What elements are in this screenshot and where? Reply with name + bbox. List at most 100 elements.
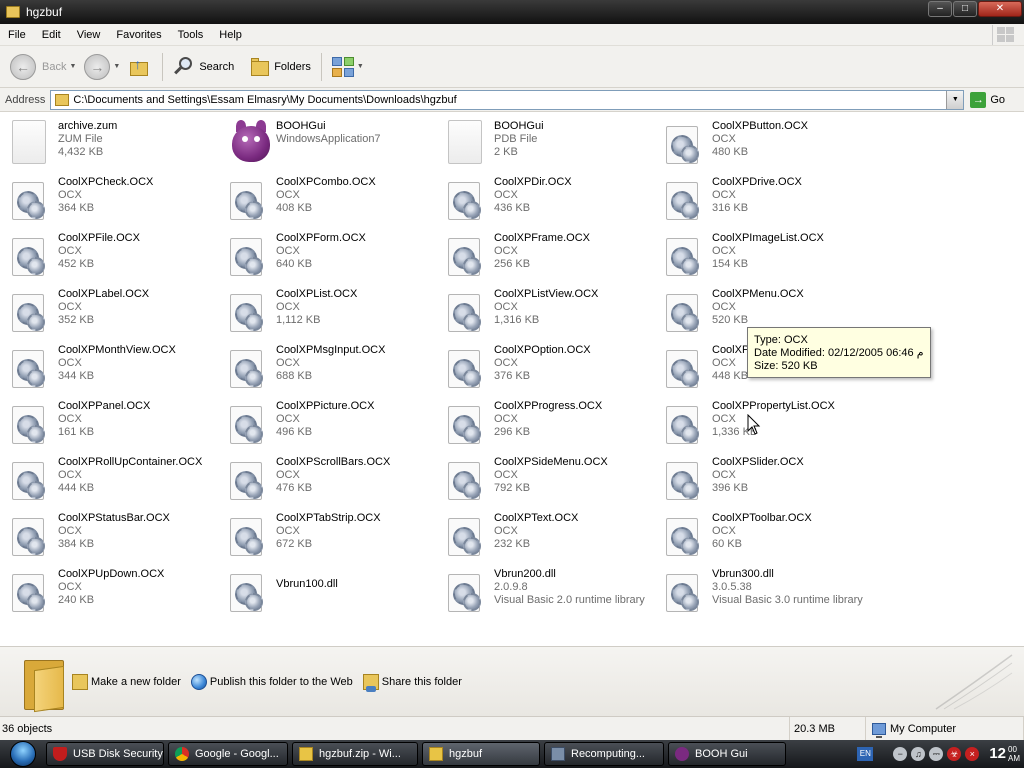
file-details: CoolXPDrive.OCX OCX 316 KB [712, 176, 802, 215]
file-item[interactable]: CoolXPLabel.OCX OCX 352 KB [10, 284, 228, 340]
file-item[interactable]: CoolXPImageList.OCX OCX 154 KB [664, 228, 882, 284]
file-item[interactable]: CoolXPOption.OCX OCX 376 KB [446, 340, 664, 396]
file-item[interactable]: CoolXPSlider.OCX OCX 396 KB [664, 452, 882, 508]
views-button[interactable]: ▼ [328, 50, 368, 84]
clock[interactable]: 12 00 AM [989, 745, 1020, 763]
security-icon[interactable]: × [965, 747, 980, 761]
file-view[interactable]: archive.zum ZUM File 4,432 KB BOOHGui Window… [0, 112, 1024, 646]
publish-folder-link[interactable]: Publish this folder to the Web [190, 673, 353, 690]
file-item[interactable]: CoolXPMsgInput.OCX OCX 688 KB [228, 340, 446, 396]
taskbar-button-hgzbuf-zip[interactable]: hgzbuf.zip - Wi... [292, 742, 418, 766]
file-item[interactable]: CoolXPText.OCX OCX 232 KB [446, 508, 664, 564]
file-item[interactable]: CoolXPMonthView.OCX OCX 344 KB [10, 340, 228, 396]
go-button[interactable]: → Go [970, 91, 1006, 108]
minimize-button[interactable]: – [928, 1, 952, 17]
forward-button[interactable]: → ▼ [80, 50, 124, 84]
file-item[interactable]: archive.zum ZUM File 4,432 KB [10, 116, 228, 172]
file-item[interactable]: CoolXPPicture.OCX OCX 496 KB [228, 396, 446, 452]
file-name: CoolXPScrollBars.OCX [276, 456, 391, 468]
file-size: 444 KB [58, 482, 95, 494]
chevron-down-icon[interactable]: ▼ [69, 63, 76, 70]
file-details: CoolXPPropertyList.OCX OCX 1,336 KB [712, 400, 835, 439]
taskbar-button-usb-disk-security[interactable]: USB Disk Security [46, 742, 164, 766]
share-folder-link[interactable]: Share this folder [362, 673, 462, 692]
file-item[interactable]: CoolXPCombo.OCX OCX 408 KB [228, 172, 446, 228]
volume-icon[interactable]: ♫ [911, 747, 926, 761]
address-path[interactable]: C:\Documents and Settings\Essam Elmasry\… [73, 94, 456, 106]
folders-button[interactable]: Folders [246, 50, 315, 84]
file-item[interactable]: BOOHGui WindowsApplication7 [228, 116, 446, 172]
search-button[interactable]: Search [169, 50, 238, 84]
file-item[interactable]: CoolXPStatusBar.OCX OCX 384 KB [10, 508, 228, 564]
taskbar-button-booh-gui[interactable]: BOOH Gui [668, 742, 786, 766]
file-item[interactable]: CoolXPTabStrip.OCX OCX 672 KB [228, 508, 446, 564]
address-field[interactable]: C:\Documents and Settings\Essam Elmasry\… [50, 89, 965, 110]
back-button[interactable]: ← Back ▼ [6, 50, 80, 84]
title-bar[interactable]: hgzbuf – □ ✕ [0, 0, 1024, 24]
file-item[interactable]: Vbrun200.dll 2.0.9.8 Visual Basic 2.0 runt… [446, 564, 664, 620]
file-name: CoolXPImageList.OCX [712, 232, 824, 244]
file-item[interactable]: CoolXPToolbar.OCX OCX 60 KB [664, 508, 882, 564]
file-size: Visual Basic 3.0 runtime library [712, 594, 863, 606]
file-item[interactable]: CoolXPDrive.OCX OCX 316 KB [664, 172, 882, 228]
close-button[interactable]: ✕ [978, 1, 1022, 17]
file-item[interactable]: BOOHGui PDB File 2 KB [446, 116, 664, 172]
ocx-file-icon [10, 512, 46, 558]
file-item[interactable]: CoolXPList.OCX OCX 1,112 KB [228, 284, 446, 340]
file-item[interactable]: CoolXPListView.OCX OCX 1,316 KB [446, 284, 664, 340]
file-item[interactable]: CoolXPCheck.OCX OCX 364 KB [10, 172, 228, 228]
network-icon[interactable]: − [893, 747, 908, 761]
ocx-file-icon [446, 288, 482, 334]
chevron-down-icon[interactable]: ▼ [113, 63, 120, 70]
file-type: OCX [494, 469, 518, 481]
menu-tools[interactable]: Tools [170, 29, 212, 41]
language-indicator[interactable]: EN [857, 747, 874, 761]
file-item[interactable]: CoolXPPanel.OCX OCX 161 KB [10, 396, 228, 452]
folder-icon [250, 57, 270, 77]
antivirus-shield-icon[interactable]: ☣ [947, 747, 962, 761]
file-size: 408 KB [276, 202, 313, 214]
file-item[interactable]: CoolXPButton.OCX OCX 480 KB [664, 116, 882, 172]
file-item[interactable]: Vbrun300.dll 3.0.5.38 Visual Basic 3.0 run… [664, 564, 882, 620]
maximize-button[interactable]: □ [953, 1, 977, 17]
taskbar-button-google[interactable]: Google - Googl... [168, 742, 288, 766]
menu-edit[interactable]: Edit [34, 29, 69, 41]
file-item[interactable]: CoolXPPropertyList.OCX OCX 1,336 KB [664, 396, 882, 452]
chevron-down-icon[interactable]: ▼ [946, 90, 964, 109]
usb-icon[interactable]: ⎓ [929, 747, 944, 761]
file-details: CoolXPLabel.OCX OCX 352 KB [58, 288, 149, 327]
make-new-folder-link[interactable]: Make a new folder [72, 673, 181, 690]
file-item[interactable]: CoolXPFile.OCX OCX 452 KB [10, 228, 228, 284]
taskbar: USB Disk Security Google - Googl... hgzb… [0, 740, 1024, 768]
file-type: OCX [712, 525, 736, 537]
file-item[interactable]: CoolXPUpDown.OCX OCX 240 KB [10, 564, 228, 620]
file-item[interactable]: CoolXPScrollBars.OCX OCX 476 KB [228, 452, 446, 508]
taskbar-button-hgzbuf[interactable]: hgzbuf [422, 742, 540, 766]
up-folder-button[interactable]: ↑ [124, 50, 156, 84]
file-item[interactable]: CoolXPDir.OCX OCX 436 KB [446, 172, 664, 228]
search-icon [173, 56, 195, 78]
go-label: Go [990, 93, 1006, 106]
file-item[interactable]: CoolXPForm.OCX OCX 640 KB [228, 228, 446, 284]
window-title: hgzbuf [26, 5, 63, 19]
menu-file[interactable]: File [0, 29, 34, 41]
menu-help[interactable]: Help [211, 29, 250, 41]
address-label: Address [5, 93, 46, 106]
taskbar-button-recomputing[interactable]: Recomputing... [544, 742, 664, 766]
menu-view[interactable]: View [69, 29, 109, 41]
ocx-file-icon [664, 512, 700, 558]
file-name: CoolXPToolbar.OCX [712, 512, 812, 524]
file-name: CoolXPList.OCX [276, 288, 358, 300]
search-label: Search [199, 60, 235, 73]
file-item[interactable]: CoolXPFrame.OCX OCX 256 KB [446, 228, 664, 284]
file-item[interactable]: CoolXPSideMenu.OCX OCX 792 KB [446, 452, 664, 508]
chevron-down-icon[interactable]: ▼ [357, 63, 364, 70]
system-tray: EN − ♫ ⎓ ☣ × 12 00 AM [857, 740, 1024, 768]
file-item[interactable]: CoolXPProgress.OCX OCX 296 KB [446, 396, 664, 452]
menu-favorites[interactable]: Favorites [108, 29, 169, 41]
file-size: 1,112 KB [276, 314, 321, 326]
ocx-file-icon [228, 344, 264, 390]
start-button[interactable] [0, 740, 46, 768]
file-item[interactable]: CoolXPRollUpContainer.OCX OCX 444 KB [10, 452, 228, 508]
file-item[interactable]: Vbrun100.dll [228, 564, 446, 620]
